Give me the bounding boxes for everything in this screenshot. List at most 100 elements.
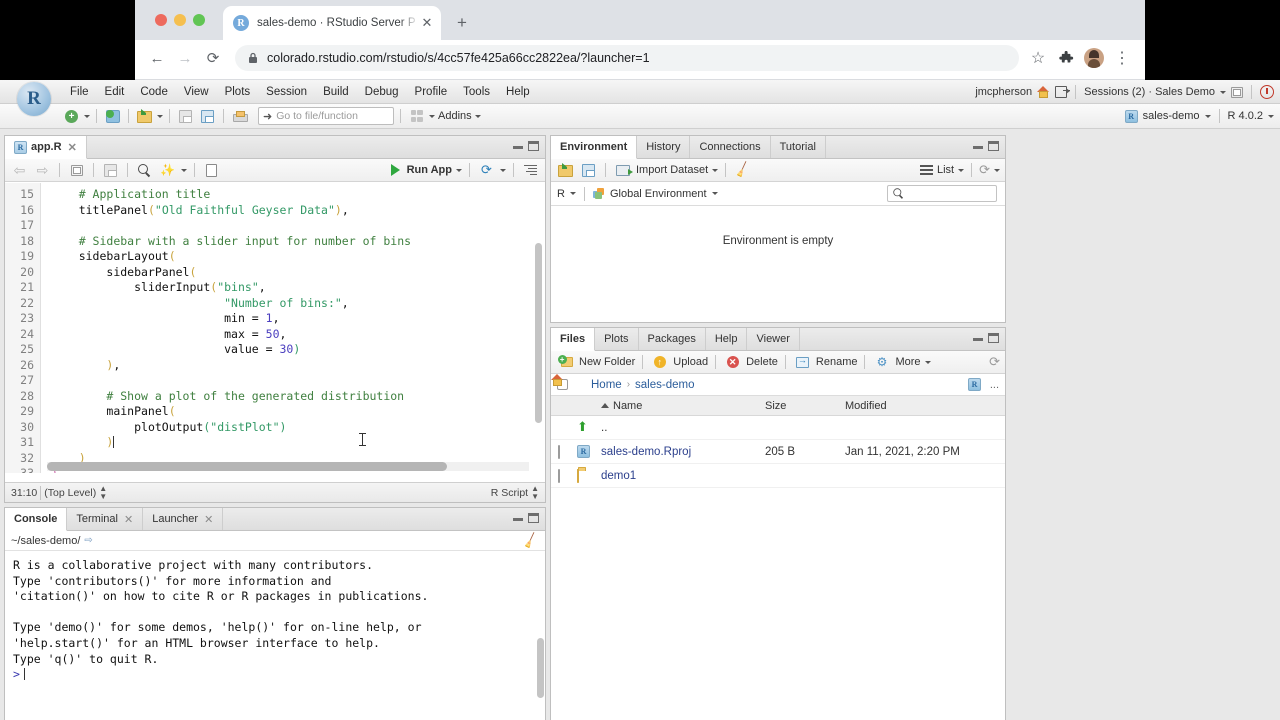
- chevron-down-icon[interactable]: [924, 360, 931, 364]
- chevron-down-icon[interactable]: [456, 168, 462, 172]
- upload-button[interactable]: Upload: [673, 356, 708, 368]
- run-app-button[interactable]: Run App: [407, 164, 452, 176]
- close-icon[interactable]: ✕: [124, 513, 133, 526]
- maximize-pane-icon[interactable]: [528, 513, 539, 523]
- breadcrumb-home[interactable]: Home: [591, 379, 622, 391]
- list-view-icon[interactable]: [919, 165, 933, 175]
- address-bar[interactable]: colorado.rstudio.com/rstudio/s/4cc57fe42…: [235, 45, 1019, 71]
- console-scrollbar[interactable]: [537, 638, 544, 698]
- code-line[interactable]: max = 50,: [51, 327, 545, 343]
- code-line[interactable]: sidebarPanel(: [51, 265, 545, 281]
- delete-icon[interactable]: ✕: [723, 353, 742, 372]
- breadcrumb-sales-demo[interactable]: sales-demo: [635, 379, 694, 391]
- goto-file-input[interactable]: ➜ Go to file/function: [258, 107, 394, 125]
- chevron-down-icon[interactable]: [712, 168, 719, 172]
- workbench-panes-icon[interactable]: [407, 107, 426, 126]
- new-folder-icon[interactable]: +: [556, 353, 575, 372]
- menu-view[interactable]: View: [176, 84, 217, 100]
- close-icon[interactable]: ✕: [419, 15, 435, 31]
- extensions-icon[interactable]: [1053, 45, 1079, 71]
- code-line[interactable]: sidebarLayout(: [51, 249, 545, 265]
- chevron-down-icon[interactable]: [1204, 114, 1211, 118]
- refresh-icon[interactable]: ⟳: [979, 162, 990, 178]
- tab-environment[interactable]: Environment: [551, 136, 638, 159]
- tab-viewer[interactable]: Viewer: [747, 328, 800, 350]
- rename-icon[interactable]: [793, 353, 812, 372]
- more-options-icon[interactable]: ...: [990, 379, 999, 391]
- avatar[interactable]: [1081, 45, 1107, 71]
- file-name[interactable]: demo1: [601, 470, 765, 482]
- editor-horizontal-scrollbar[interactable]: [47, 462, 529, 471]
- home-icon[interactable]: [1037, 86, 1050, 98]
- console-output[interactable]: R is a collaborative project with many c…: [5, 552, 545, 720]
- menu-debug[interactable]: Debug: [357, 84, 407, 100]
- forward-icon[interactable]: ⇨: [33, 161, 52, 180]
- project-name-label[interactable]: sales-demo: [1143, 110, 1200, 122]
- code-line[interactable]: [51, 373, 545, 389]
- environment-search-input[interactable]: [887, 185, 997, 202]
- power-icon[interactable]: [1260, 85, 1274, 99]
- new-folder-button[interactable]: New Folder: [579, 356, 635, 368]
- menu-build[interactable]: Build: [315, 84, 357, 100]
- code-editor[interactable]: 1516171819202122232425262728293031323334…: [5, 183, 545, 473]
- tab-console[interactable]: Console: [5, 508, 68, 531]
- tab-terminal[interactable]: Terminal ✕: [67, 508, 144, 530]
- row-checkbox[interactable]: [558, 468, 560, 483]
- save-workspace-icon[interactable]: [579, 161, 598, 180]
- sessions-label[interactable]: Sessions (2) · Sales Demo: [1084, 86, 1215, 98]
- tab-connections[interactable]: Connections: [690, 136, 771, 158]
- new-project-icon[interactable]: [103, 107, 122, 126]
- tab-tutorial[interactable]: Tutorial: [771, 136, 826, 158]
- chevron-down-icon[interactable]: [181, 168, 187, 172]
- editor-vertical-scrollbar[interactable]: [534, 183, 544, 462]
- minimize-pane-icon[interactable]: [973, 141, 983, 151]
- open-file-icon[interactable]: [135, 107, 154, 126]
- menu-code[interactable]: Code: [132, 84, 176, 100]
- chevron-down-icon[interactable]: [1268, 114, 1274, 118]
- window-minimize-button[interactable]: [174, 14, 186, 26]
- file-type-label[interactable]: R Script: [491, 487, 528, 499]
- addins-button[interactable]: Addins: [438, 110, 472, 122]
- chevron-down-icon[interactable]: [994, 168, 1000, 172]
- chevron-down-icon[interactable]: [474, 114, 481, 118]
- chevron-down-icon[interactable]: [1220, 90, 1226, 94]
- scope-label[interactable]: (Top Level): [44, 487, 96, 499]
- chevron-down-icon[interactable]: [958, 168, 965, 172]
- file-name[interactable]: sales-demo.Rproj: [601, 446, 765, 458]
- tab-launcher[interactable]: Launcher ✕: [143, 508, 224, 530]
- reload-icon[interactable]: ⟳: [199, 44, 227, 72]
- gear-icon[interactable]: ⚙: [872, 353, 891, 372]
- browser-menu-icon[interactable]: ⋮: [1109, 45, 1135, 71]
- forward-icon[interactable]: →: [171, 44, 199, 72]
- save-icon[interactable]: [101, 161, 120, 180]
- tab-history[interactable]: History: [637, 136, 691, 158]
- upload-icon[interactable]: ↑: [650, 353, 669, 372]
- window-close-button[interactable]: [155, 14, 167, 26]
- scope-stepper-icon[interactable]: ▲ ▼: [99, 484, 107, 501]
- environment-scope-selector[interactable]: Global Environment: [610, 188, 707, 200]
- maximize-pane-icon[interactable]: [988, 141, 999, 151]
- find-replace-icon[interactable]: [135, 161, 154, 180]
- column-name[interactable]: Name: [601, 400, 765, 412]
- bookmark-star-icon[interactable]: ☆: [1025, 45, 1051, 71]
- popout-source-icon[interactable]: [67, 161, 86, 180]
- code-line[interactable]: mainPanel(: [51, 404, 545, 420]
- code-line[interactable]: value = 30): [51, 342, 545, 358]
- code-line[interactable]: ),: [51, 358, 545, 374]
- file-name[interactable]: ..: [601, 422, 765, 434]
- clear-environment-icon[interactable]: 🧹: [733, 161, 752, 180]
- close-icon[interactable]: ✕: [204, 513, 213, 526]
- code-line[interactable]: min = 1,: [51, 311, 545, 327]
- view-mode-button[interactable]: List: [937, 164, 954, 176]
- chevron-down-icon[interactable]: [157, 114, 163, 118]
- maximize-pane-icon[interactable]: [988, 333, 999, 343]
- menu-file[interactable]: File: [62, 84, 97, 100]
- back-icon[interactable]: ←: [143, 44, 171, 72]
- project-folder-icon[interactable]: R: [968, 378, 981, 391]
- refresh-icon[interactable]: ⟳: [989, 354, 1000, 370]
- code-line[interactable]: [51, 218, 545, 234]
- language-selector[interactable]: R: [557, 188, 565, 200]
- publish-icon[interactable]: ⟳: [477, 161, 496, 180]
- working-directory-label[interactable]: ~/sales-demo/: [11, 535, 80, 547]
- code-tools-icon[interactable]: ✨: [158, 161, 177, 180]
